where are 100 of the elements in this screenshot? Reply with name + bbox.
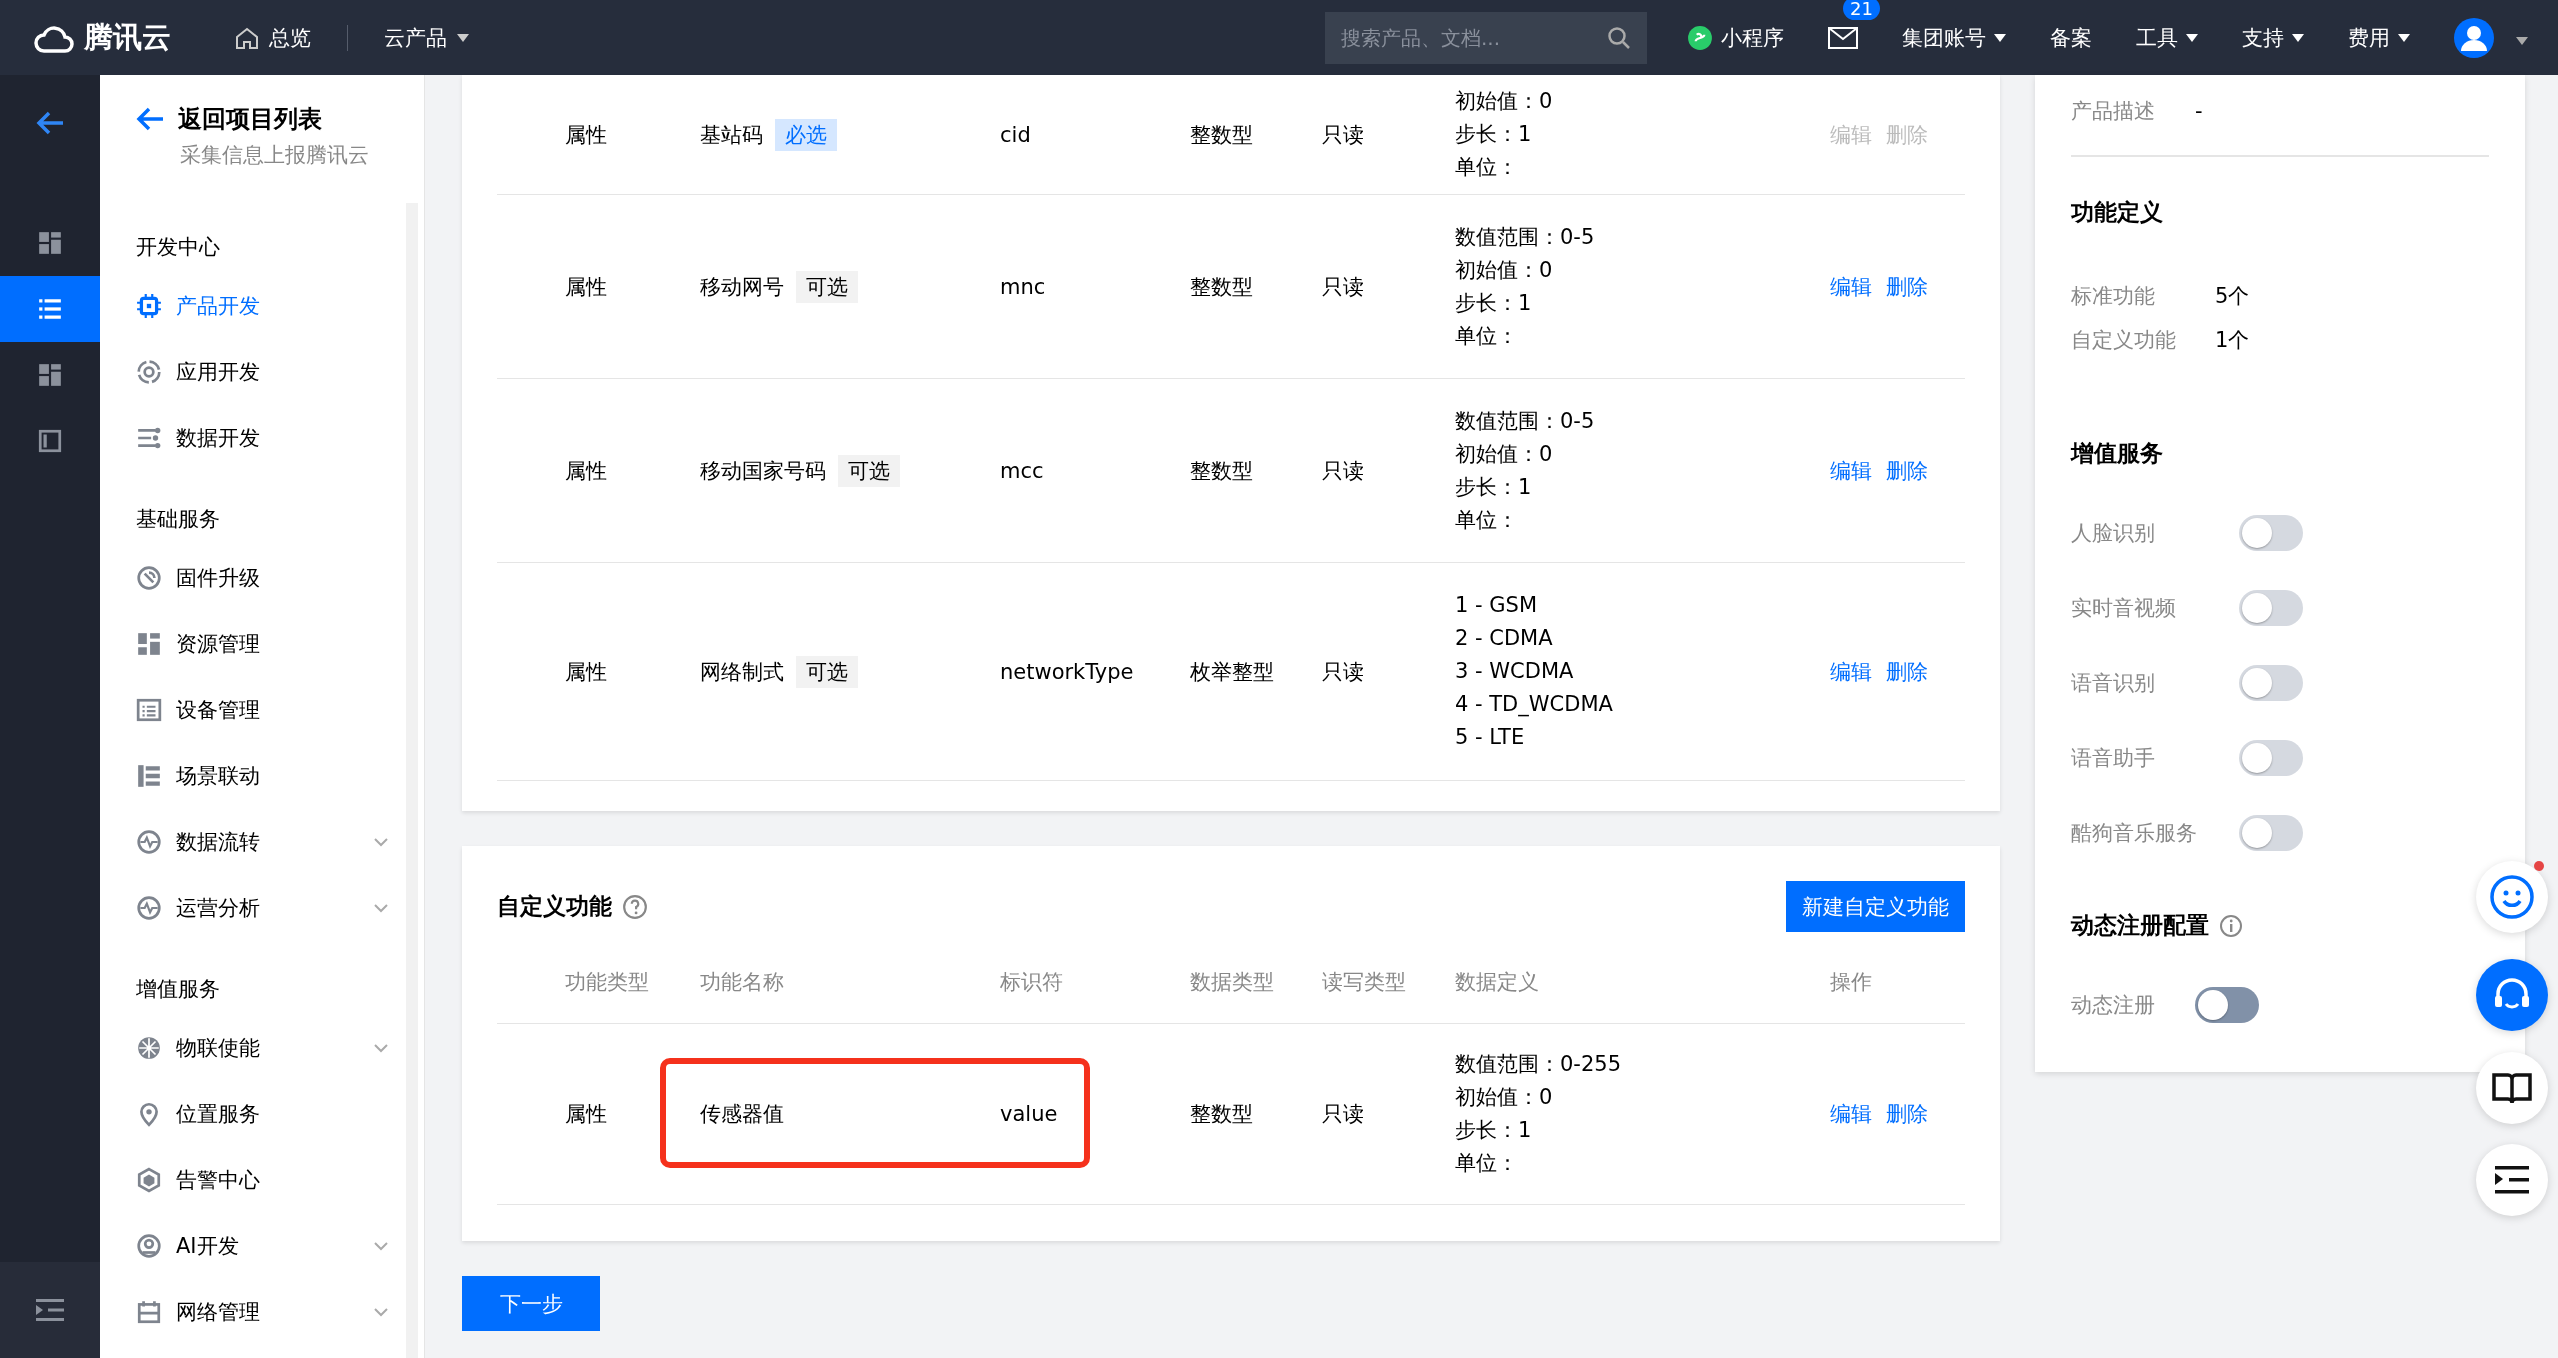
field-value: - [2195, 99, 2203, 123]
help-icon[interactable] [622, 893, 648, 920]
access-cell-text: 只读 [1321, 273, 1365, 301]
sidebar-item[interactable]: 运营分析 [100, 875, 424, 941]
search-icon [1607, 25, 1631, 50]
menu-dropdown[interactable]: 费用 [2348, 23, 2410, 52]
definition-line: 初始值：0 [1455, 1084, 1554, 1111]
data-type-cell-text: 整数型 [1189, 121, 1254, 149]
delete-link[interactable]: 删除 [1886, 456, 1928, 485]
definition-line: 数值范围：0-5 [1455, 407, 1596, 435]
notification-badge: 21 [1843, 0, 1880, 20]
section-title: 自定义功能 [497, 892, 612, 921]
edit-link[interactable]: 编辑 [1830, 657, 1872, 686]
docs-button[interactable] [2476, 1052, 2548, 1124]
type-cell-text: 属性 [564, 658, 608, 686]
identifier-cell-text: value [999, 1102, 1059, 1126]
mini-program-link[interactable]: 小程序 [1687, 23, 1784, 52]
section-title: 增值服务 [2071, 439, 2163, 468]
field-value: 5个 [2215, 283, 2250, 310]
identifier-cell-text: networkType [999, 659, 1135, 684]
delete-link[interactable]: 删除 [1886, 1100, 1928, 1128]
search-field[interactable]: 搜索产品、文档... [1325, 11, 1647, 64]
caret-icon [2292, 33, 2304, 42]
group-title: 基础服务 [135, 506, 221, 533]
sidebar-item[interactable]: 应用开发 [100, 339, 424, 405]
menu-dropdown[interactable]: 支持 [2242, 23, 2304, 52]
group-title: 开发中心 [135, 234, 221, 261]
name-cell-text: 基站码 [700, 121, 763, 149]
caret-icon [457, 33, 469, 42]
sidebar-item[interactable]: 设备管理 [100, 677, 424, 743]
group-title: 增值服务 [135, 976, 221, 1003]
service-label: 语音识别 [2071, 669, 2156, 697]
caret-icon [2398, 33, 2410, 42]
notification-dot [2534, 861, 2544, 871]
calendar-icon [136, 1299, 162, 1325]
column-header: 操作 [1829, 968, 1873, 996]
sidebar-item[interactable]: 固件升级 [100, 545, 424, 611]
info-icon[interactable] [2219, 913, 2243, 938]
definition-line: 初始值：0 [1455, 88, 1554, 115]
back-arrow-icon[interactable] [136, 107, 164, 131]
name-cell-text: 移动国家号码 [700, 457, 826, 485]
menu-link[interactable]: 备案 [2050, 23, 2092, 52]
new-custom-function-button[interactable]: 新建自定义功能 [1786, 881, 1965, 932]
definition-line: 步长：1 [1455, 121, 1533, 148]
sidebar-item[interactable]: 数据开发 [100, 405, 424, 471]
definition-line: 步长：1 [1455, 1117, 1533, 1144]
edit-link[interactable]: 编辑 [1830, 272, 1872, 301]
sidebar-item[interactable]: 位置服务 [100, 1081, 424, 1147]
avatar-button[interactable] [2454, 17, 2528, 58]
caret-icon [2516, 36, 2528, 45]
definition-line: 单位： [1455, 322, 1519, 350]
grid-icon [37, 230, 63, 256]
products-dropdown[interactable]: 云产品 [376, 23, 477, 52]
overview-link[interactable]: 总览 [227, 23, 319, 52]
sidebar-item[interactable]: 网络管理 [100, 1279, 424, 1345]
sidebar-item[interactable]: 数据流转 [100, 809, 424, 875]
type-cell-text: 属性 [564, 457, 608, 485]
definition-line: 单位： [1455, 506, 1519, 534]
requirement-tag: 可选 [838, 454, 900, 487]
field-value: 1个 [2215, 327, 2250, 354]
next-step-button[interactable]: 下一步 [462, 1276, 600, 1331]
sidebar-item[interactable]: 告警中心 [100, 1147, 424, 1213]
definition-line: 数值范围：0-5 [1455, 223, 1596, 251]
rail-item[interactable] [0, 276, 100, 342]
field-label: 自定义功能 [2071, 327, 2177, 354]
menu-dropdown[interactable]: 工具 [2136, 23, 2198, 52]
toggle-switch[interactable] [2195, 986, 2259, 1023]
collapse-menu-icon[interactable] [36, 1299, 64, 1321]
sidebar-item[interactable]: 场景联动 [100, 743, 424, 809]
column-header: 数据类型 [1189, 968, 1275, 996]
outline-button[interactable] [2476, 1144, 2548, 1216]
pulse-icon [136, 829, 162, 855]
delete-link[interactable]: 删除 [1886, 272, 1928, 301]
edit-link[interactable]: 编辑 [1830, 1100, 1872, 1128]
type-cell-text: 属性 [564, 1101, 608, 1128]
access-cell-text: 只读 [1321, 658, 1365, 686]
data-type-cell-text: 枚举整型 [1189, 658, 1275, 686]
sidebar-item[interactable]: 资源管理 [100, 611, 424, 677]
sidebar-item[interactable]: AI开发 [100, 1213, 424, 1279]
sidebar-item[interactable]: 产品开发 [100, 273, 424, 339]
definition-line: 初始值：0 [1455, 256, 1554, 284]
definition-line: 数值范围：0-255 [1455, 1051, 1623, 1078]
sliders-icon [136, 425, 162, 451]
service-label: 人脸识别 [2071, 519, 2156, 547]
sidebar-item[interactable]: 物联使能 [100, 1015, 424, 1081]
access-cell-text: 只读 [1321, 1101, 1365, 1128]
back-link[interactable]: 返回项目列表 [178, 103, 322, 135]
requirement-tag: 可选 [796, 270, 858, 303]
leaf-circle-icon [1687, 24, 1713, 51]
menu-dropdown[interactable]: 集团账号 [1902, 23, 2006, 52]
identifier-cell-text: mcc [999, 458, 1045, 483]
person-circle-icon [136, 1233, 162, 1259]
back-arrow-icon[interactable] [36, 110, 64, 135]
definition-line: 单位： [1455, 154, 1519, 181]
grid-icon [37, 362, 63, 388]
smiley-icon [2489, 874, 2535, 920]
column-header: 功能名称 [699, 968, 785, 996]
data-type-cell-text: 整数型 [1189, 457, 1254, 485]
delete-link[interactable]: 删除 [1886, 657, 1928, 686]
edit-link[interactable]: 编辑 [1830, 456, 1872, 485]
